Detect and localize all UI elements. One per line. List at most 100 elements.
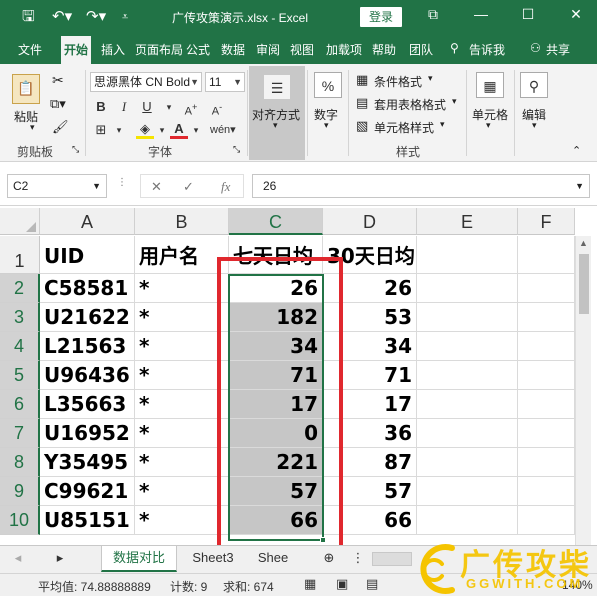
undo-icon[interactable]: ↶▾ bbox=[52, 7, 72, 27]
cell-b6[interactable]: * bbox=[135, 390, 229, 419]
column-header-b[interactable]: B bbox=[135, 208, 229, 235]
login-button[interactable]: 登录 bbox=[360, 7, 402, 27]
cell-b7[interactable]: * bbox=[135, 419, 229, 448]
scroll-tabs-right-icon[interactable]: ▸ bbox=[50, 546, 70, 572]
borders-dropdown-icon[interactable]: ▾ bbox=[110, 120, 128, 140]
ribbon-display-options-icon[interactable]: ⧉ bbox=[423, 6, 443, 23]
enter-icon[interactable]: ✓ bbox=[183, 179, 194, 195]
column-header-e[interactable]: E bbox=[417, 208, 518, 235]
normal-view-icon[interactable]: ▦ bbox=[304, 576, 316, 592]
cell-f1[interactable] bbox=[518, 236, 575, 274]
add-sheet-icon[interactable]: ⊕ bbox=[318, 546, 340, 572]
cell-c4[interactable]: 34 bbox=[229, 332, 323, 361]
cell-b5[interactable]: * bbox=[135, 361, 229, 390]
maximize-button[interactable]: ☐ bbox=[518, 6, 538, 23]
share-button[interactable]: 共享 bbox=[546, 41, 570, 58]
cell-c2[interactable]: 26 bbox=[229, 274, 323, 303]
cell-b9[interactable]: * bbox=[135, 477, 229, 506]
cell-d4[interactable]: 34 bbox=[323, 332, 417, 361]
expand-formula-icon[interactable]: ▼ bbox=[575, 175, 584, 197]
zoom-level[interactable]: 140% bbox=[562, 578, 593, 592]
column-header-d[interactable]: D bbox=[323, 208, 417, 235]
cell-d8[interactable]: 87 bbox=[323, 448, 417, 477]
clipboard-launcher-icon[interactable]: ⤡ bbox=[72, 144, 79, 155]
user-icon[interactable]: ⚇ bbox=[530, 41, 541, 55]
phonetic-icon[interactable]: wén▾ bbox=[210, 120, 236, 140]
name-box[interactable]: C2 ▼ bbox=[7, 174, 107, 198]
worksheet-grid[interactable]: A B C D E F 1 UID 用户名 七天日均 30天日均 2 C58581 * 26 26… bbox=[0, 208, 597, 559]
collapse-ribbon-icon[interactable]: ⌃ bbox=[572, 144, 581, 157]
cell-d2[interactable]: 26 bbox=[323, 274, 417, 303]
cut-icon[interactable]: ✂ bbox=[52, 72, 64, 89]
underline-dropdown-icon[interactable]: ▾ bbox=[160, 97, 178, 117]
cell-b10[interactable]: * bbox=[135, 506, 229, 535]
format-as-table-button[interactable]: 套用表格格式 bbox=[374, 96, 446, 113]
tab-review[interactable]: 审阅 bbox=[256, 41, 280, 58]
tab-view[interactable]: 视图 bbox=[290, 41, 314, 58]
cell-d1[interactable]: 30天日均 bbox=[323, 236, 417, 274]
cell-d6[interactable]: 17 bbox=[323, 390, 417, 419]
sheet-tab-data-compare[interactable]: 数据对比 bbox=[101, 546, 177, 572]
copy-icon[interactable]: ⧉▾ bbox=[50, 96, 66, 112]
row-header-4[interactable]: 4 bbox=[0, 332, 40, 361]
cell-f10[interactable] bbox=[518, 506, 575, 535]
cell-a7[interactable]: U16952 bbox=[40, 419, 135, 448]
cell-styles-button[interactable]: 单元格样式 bbox=[374, 119, 434, 136]
column-header-c[interactable]: C bbox=[229, 208, 323, 235]
insert-function-icon[interactable]: fx bbox=[221, 179, 230, 195]
tab-split-icon[interactable]: ⋮ bbox=[350, 546, 366, 572]
select-all-corner[interactable] bbox=[0, 208, 40, 235]
font-color-icon[interactable]: A bbox=[170, 119, 188, 139]
alignment-button[interactable]: ☰ 对齐方式 ▾ bbox=[249, 66, 305, 160]
format-painter-icon[interactable]: 🖌 bbox=[52, 119, 69, 135]
sheet-tab-shee[interactable]: Shee bbox=[250, 546, 296, 572]
cell-c10[interactable]: 66 bbox=[229, 506, 323, 535]
lightbulb-icon[interactable]: ⚲ bbox=[450, 41, 459, 55]
cell-a1[interactable]: UID bbox=[40, 236, 135, 274]
cell-e5[interactable] bbox=[417, 361, 518, 390]
fill-color-icon[interactable]: ◈ bbox=[136, 119, 154, 139]
fill-handle[interactable] bbox=[320, 537, 326, 543]
row-header-10[interactable]: 10 bbox=[0, 506, 40, 535]
formula-input[interactable]: 26 ▼ bbox=[252, 174, 590, 198]
cell-e6[interactable] bbox=[417, 390, 518, 419]
cell-c5[interactable]: 71 bbox=[229, 361, 323, 390]
fill-color-dropdown-icon[interactable]: ▾ bbox=[153, 120, 171, 140]
italic-button[interactable]: I bbox=[115, 97, 133, 117]
tab-formulas[interactable]: 公式 bbox=[186, 41, 210, 58]
cell-e7[interactable] bbox=[417, 419, 518, 448]
redo-icon[interactable]: ↷▾ bbox=[86, 7, 106, 27]
cell-e4[interactable] bbox=[417, 332, 518, 361]
cell-f4[interactable] bbox=[518, 332, 575, 361]
close-button[interactable]: ✕ bbox=[566, 6, 586, 23]
cell-f5[interactable] bbox=[518, 361, 575, 390]
scroll-thumb[interactable] bbox=[579, 254, 589, 314]
cell-a2[interactable]: C58581 bbox=[40, 274, 135, 303]
cancel-icon[interactable]: ✕ bbox=[151, 179, 162, 195]
cell-f9[interactable] bbox=[518, 477, 575, 506]
cell-a3[interactable]: U21622 bbox=[40, 303, 135, 332]
page-break-view-icon[interactable]: ▤ bbox=[366, 576, 378, 592]
cell-e2[interactable] bbox=[417, 274, 518, 303]
tab-page-layout[interactable]: 页面布局 bbox=[135, 41, 183, 58]
cell-a6[interactable]: L35663 bbox=[40, 390, 135, 419]
row-header-3[interactable]: 3 bbox=[0, 303, 40, 332]
cell-e1[interactable] bbox=[417, 236, 518, 274]
tell-me-search[interactable]: 告诉我 bbox=[469, 41, 505, 58]
scroll-up-icon[interactable]: ▲ bbox=[579, 238, 588, 248]
tab-addins[interactable]: 加载项 bbox=[326, 41, 362, 58]
row-header-6[interactable]: 6 bbox=[0, 390, 40, 419]
tab-help[interactable]: 帮助 bbox=[372, 41, 396, 58]
cell-c7[interactable]: 0 bbox=[229, 419, 323, 448]
cell-c9[interactable]: 57 bbox=[229, 477, 323, 506]
cell-f6[interactable] bbox=[518, 390, 575, 419]
column-header-f[interactable]: F bbox=[518, 208, 575, 235]
cell-a10[interactable]: U85151 bbox=[40, 506, 135, 535]
sheet-tab-sheet3[interactable]: Sheet3 bbox=[183, 546, 243, 572]
vertical-scrollbar[interactable]: ▲ bbox=[575, 236, 591, 545]
row-header-5[interactable]: 5 bbox=[0, 361, 40, 390]
row-header-9[interactable]: 9 bbox=[0, 477, 40, 506]
cell-f3[interactable] bbox=[518, 303, 575, 332]
customize-quick-access-icon[interactable]: ⩡ bbox=[122, 7, 128, 27]
borders-icon[interactable]: ⊞ bbox=[92, 120, 110, 140]
